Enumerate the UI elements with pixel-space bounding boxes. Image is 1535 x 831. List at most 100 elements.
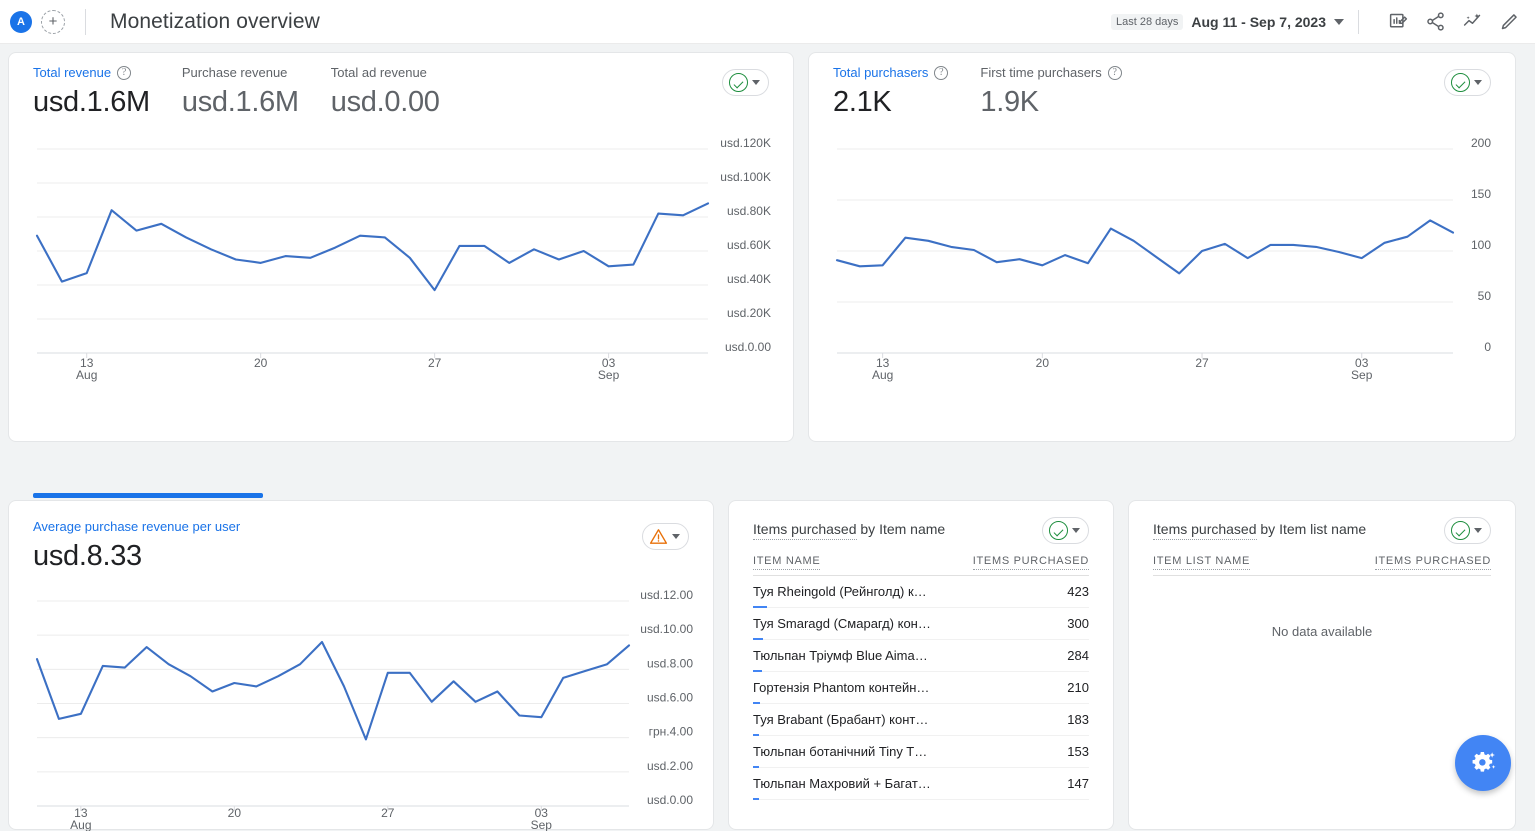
item-name-cell: Гортензія Phantom контейн… <box>753 680 929 695</box>
divider <box>85 9 86 35</box>
share-icon[interactable] <box>1423 10 1447 34</box>
svg-text:20: 20 <box>1036 356 1050 370</box>
card-items-purchased-by-item-name: Items purchased by Item name ITEM NAME I… <box>728 500 1114 830</box>
table-header: Items purchased by Item list name <box>1129 501 1515 537</box>
chevron-down-icon[interactable] <box>1474 528 1482 533</box>
gear-sparkle-icon <box>1468 748 1498 778</box>
table-row[interactable]: Туя Brabant (Брабант) конт… 183 <box>753 704 1089 736</box>
arpu-chart[interactable]: usd.12.00 usd.10.00 usd.8.00 usd.6.00 грн.4.… <box>9 501 713 829</box>
empty-state-message: No data available <box>1129 624 1515 639</box>
items-purchased-cell: 300 <box>1067 616 1089 631</box>
item-name-cell: Туя Smaragd (Смарагд) кон… <box>753 616 931 631</box>
svg-text:usd.12.00: usd.12.00 <box>640 588 693 602</box>
table-row[interactable]: Тюльпан Тріумф Blue Aima… 284 <box>753 640 1089 672</box>
svg-text:50: 50 <box>1478 289 1492 303</box>
check-circle-icon <box>1049 521 1068 540</box>
svg-text:27: 27 <box>1195 356 1209 370</box>
data-quality-status-ok[interactable] <box>1444 517 1491 544</box>
svg-text:Aug: Aug <box>76 368 97 382</box>
column-header-items-purchased[interactable]: ITEMS PURCHASED <box>973 555 1089 567</box>
item-name-cell: Тюльпан ботанічний Tiny T… <box>753 744 927 759</box>
svg-text:usd.120K: usd.120K <box>720 136 771 150</box>
compare-trend-icon[interactable] <box>1460 10 1484 34</box>
svg-text:usd.0.00: usd.0.00 <box>647 793 693 807</box>
table-row[interactable]: Туя Rheingold (Рейнголд) к… 423 <box>753 576 1089 608</box>
svg-text:20: 20 <box>254 356 268 370</box>
table-title-metric[interactable]: Items purchased <box>1153 521 1257 540</box>
items-purchased-cell: 183 <box>1067 712 1089 727</box>
column-header-item-list-name[interactable]: ITEM LIST NAME <box>1153 555 1250 567</box>
svg-text:usd.10.00: usd.10.00 <box>640 622 693 636</box>
svg-text:usd.2.00: usd.2.00 <box>647 759 693 773</box>
item-name-cell: Тюльпан Тріумф Blue Aima… <box>753 648 928 663</box>
items-purchased-cell: 210 <box>1067 680 1089 695</box>
item-name-cell: Тюльпан Махровий + Багат… <box>753 776 931 791</box>
item-name-cell: Туя Rheingold (Рейнголд) к… <box>753 584 927 599</box>
svg-text:27: 27 <box>428 356 442 370</box>
table-column-headers: ITEM NAME ITEMS PURCHASED <box>753 555 1089 576</box>
chevron-down-icon[interactable] <box>1072 528 1080 533</box>
table-row[interactable]: Гортензія Phantom контейн… 210 <box>753 672 1089 704</box>
svg-text:usd.8.00: usd.8.00 <box>647 656 693 670</box>
table-column-headers: ITEM LIST NAME ITEMS PURCHASED <box>1153 555 1491 576</box>
edit-pencil-icon[interactable] <box>1497 10 1521 34</box>
divider <box>1358 10 1359 34</box>
card-average-purchase-revenue-per-user: Average purchase revenue per user usd.8.… <box>8 500 714 830</box>
horizontal-scroll-indicator[interactable] <box>33 493 263 498</box>
card-items-purchased-by-item-list-name: Items purchased by Item list name ITEM L… <box>1128 500 1516 830</box>
check-circle-icon <box>1451 521 1470 540</box>
row-value-bar <box>753 798 759 801</box>
column-header-item-name[interactable]: ITEM NAME <box>753 555 820 567</box>
account-avatar[interactable]: A <box>10 11 32 33</box>
table-header: Items purchased by Item name <box>729 501 1113 537</box>
column-header-items-purchased[interactable]: ITEMS PURCHASED <box>1375 555 1491 567</box>
items-purchased-cell: 423 <box>1067 584 1089 599</box>
svg-text:Aug: Aug <box>872 368 893 382</box>
chevron-down-icon[interactable] <box>1334 19 1344 25</box>
add-comparison-button[interactable]: + <box>41 10 65 34</box>
svg-text:usd.80K: usd.80K <box>727 204 771 218</box>
svg-text:usd.6.00: usd.6.00 <box>647 691 693 705</box>
items-purchased-cell: 153 <box>1067 744 1089 759</box>
svg-text:usd.100K: usd.100K <box>720 170 771 184</box>
table-title-dimension: by Item name <box>857 521 946 537</box>
card-total-revenue: Total revenue ? usd.1.6M Purchase revenu… <box>8 52 794 442</box>
insights-report-icon[interactable] <box>1386 10 1410 34</box>
table-row[interactable]: Туя Smaragd (Смарагд) кон… 300 <box>753 608 1089 640</box>
table-title-metric[interactable]: Items purchased <box>753 521 857 540</box>
page-title: Monetization overview <box>110 10 320 34</box>
item-name-cell: Туя Brabant (Брабант) конт… <box>753 712 928 727</box>
svg-text:грн.4.00: грн.4.00 <box>649 725 694 739</box>
svg-text:150: 150 <box>1471 187 1491 201</box>
top-bar-actions: Last 28 days Aug 11 - Sep 7, 2023 <box>1111 10 1535 34</box>
data-quality-status-ok[interactable] <box>1042 517 1089 544</box>
svg-text:Sep: Sep <box>531 818 553 831</box>
card-total-purchasers: Total purchasers ? 2.1K First time purch… <box>808 52 1516 442</box>
svg-text:usd.60K: usd.60K <box>727 238 771 252</box>
svg-text:Aug: Aug <box>70 818 91 831</box>
table-title: Items purchased by Item name <box>753 521 945 537</box>
svg-text:usd.0.00: usd.0.00 <box>725 340 771 354</box>
insights-fab-button[interactable] <box>1455 735 1511 791</box>
svg-text:Sep: Sep <box>1351 368 1373 382</box>
svg-text:100: 100 <box>1471 238 1491 252</box>
table-row[interactable]: Тюльпан ботанічний Tiny T… 153 <box>753 736 1089 768</box>
table-body: Туя Rheingold (Рейнголд) к… 423 Туя Smarag… <box>729 576 1113 800</box>
svg-text:0: 0 <box>1484 340 1491 354</box>
date-preset-chip: Last 28 days <box>1111 14 1183 30</box>
table-title-dimension: by Item list name <box>1257 521 1367 537</box>
svg-text:27: 27 <box>381 806 395 820</box>
items-purchased-cell: 147 <box>1067 776 1089 791</box>
table-title: Items purchased by Item list name <box>1153 521 1366 537</box>
total-revenue-chart[interactable]: usd.120K usd.100K usd.80K usd.60K usd.40K usd… <box>9 53 793 441</box>
svg-text:usd.20K: usd.20K <box>727 306 771 320</box>
svg-text:200: 200 <box>1471 136 1491 150</box>
svg-text:Sep: Sep <box>598 368 620 382</box>
table-row[interactable]: Тюльпан Махровий + Багат… 147 <box>753 768 1089 800</box>
top-bar: A + Monetization overview Last 28 days A… <box>0 0 1535 44</box>
date-range-selector[interactable]: Aug 11 - Sep 7, 2023 <box>1191 14 1326 30</box>
svg-text:usd.40K: usd.40K <box>727 272 771 286</box>
items-purchased-cell: 284 <box>1067 648 1089 663</box>
svg-text:20: 20 <box>228 806 242 820</box>
total-purchasers-chart[interactable]: 20015010050013Aug202703Sep <box>809 53 1515 441</box>
